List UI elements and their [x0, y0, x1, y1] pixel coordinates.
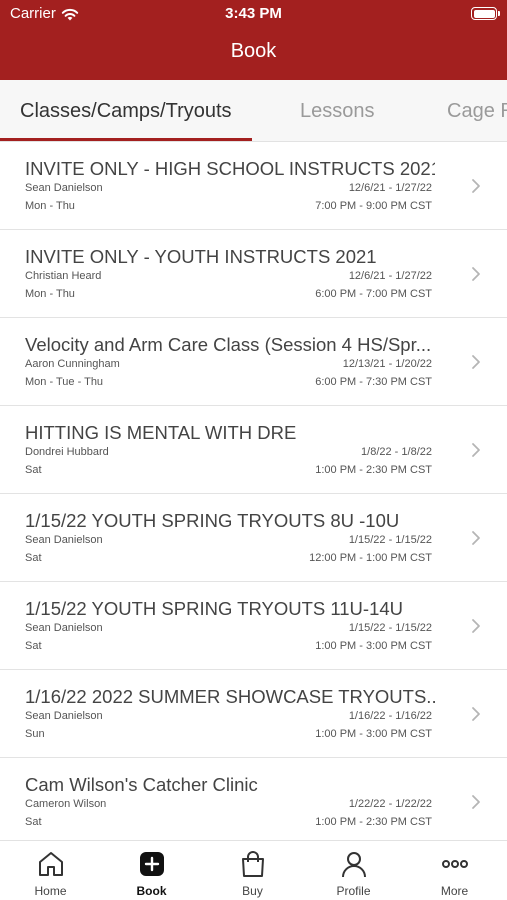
class-title: Cam Wilson's Catcher Clinic — [25, 774, 258, 795]
chevron-right-icon — [472, 531, 480, 545]
instructor-name: Sean Danielson — [25, 534, 103, 546]
tabbar-home-label: Home — [34, 884, 67, 898]
tabbar-buy[interactable]: Buy — [202, 841, 303, 900]
class-title: INVITE ONLY - YOUTH INSTRUCTS 2021 — [25, 246, 377, 267]
book-plus-icon — [140, 852, 164, 876]
date-range: 1/15/22 - 1/15/22 — [348, 622, 432, 634]
class-days: Mon - Tue - Thu — [25, 376, 104, 388]
chevron-right-icon — [472, 267, 480, 281]
tab-cage-rentals[interactable]: Cage Rentals — [447, 100, 507, 123]
class-days: Sun — [25, 728, 45, 740]
date-range: 12/6/21 - 1/27/22 — [348, 182, 432, 194]
class-title: 1/16/22 2022 SUMMER SHOWCASE TRYOUTS... — [25, 686, 435, 707]
class-time: 1:00 PM - 3:00 PM CST — [315, 640, 432, 652]
segment-tabs: Classes/Camps/Tryouts Lessons Cage Renta… — [0, 80, 507, 142]
class-title: HITTING IS MENTAL WITH DRE — [25, 422, 297, 443]
class-title: Velocity and Arm Care Class (Session 4 H… — [25, 334, 432, 355]
date-range: 1/22/22 - 1/22/22 — [348, 798, 432, 810]
tabbar-more-label: More — [440, 884, 469, 898]
tabbar-book[interactable]: Book — [101, 841, 202, 900]
date-range: 12/6/21 - 1/27/22 — [348, 270, 432, 282]
class-title: INVITE ONLY - HIGH SCHOOL INSTRUCTS 2021 — [25, 158, 435, 179]
class-days: Mon - Thu — [25, 200, 75, 212]
date-range: 12/13/21 - 1/20/22 — [342, 358, 432, 370]
instructor-name: Sean Danielson — [25, 710, 103, 722]
shopping-bag-icon — [242, 851, 264, 877]
tab-classes-camps-tryouts[interactable]: Classes/Camps/Tryouts — [20, 100, 232, 123]
instructor-name: Aaron Cunningham — [25, 358, 120, 370]
home-icon — [39, 852, 63, 876]
list-item[interactable]: 1/16/22 2022 SUMMER SHOWCASE TRYOUTS... … — [0, 670, 507, 758]
battery-icon — [471, 7, 500, 20]
tabbar-profile[interactable]: Profile — [303, 841, 404, 900]
chevron-right-icon — [472, 707, 480, 721]
instructor-name: Dondrei Hubbard — [25, 446, 109, 458]
instructor-name: Cameron Wilson — [25, 798, 107, 810]
class-time: 1:00 PM - 3:00 PM CST — [315, 728, 432, 740]
app-header: Carrier 3:43 PM Book — [0, 0, 507, 80]
instructor-name: Sean Danielson — [25, 622, 103, 634]
date-range: 1/15/22 - 1/15/22 — [348, 534, 432, 546]
chevron-right-icon — [472, 795, 480, 809]
instructor-name: Christian Heard — [25, 270, 102, 282]
list-item[interactable]: HITTING IS MENTAL WITH DRE Dondrei Hubba… — [0, 406, 507, 494]
class-days: Mon - Thu — [25, 288, 75, 300]
status-bar: Carrier 3:43 PM — [0, 0, 507, 30]
instructor-name: Sean Danielson — [25, 182, 103, 194]
class-time: 12:00 PM - 1:00 PM CST — [309, 552, 432, 564]
list-item[interactable]: Velocity and Arm Care Class (Session 4 H… — [0, 318, 507, 406]
list-item[interactable]: INVITE ONLY - HIGH SCHOOL INSTRUCTS 2021… — [0, 142, 507, 230]
more-dots-icon — [442, 860, 468, 868]
class-days: Sat — [25, 552, 42, 564]
list-item[interactable]: Cam Wilson's Catcher Clinic Cameron Wils… — [0, 758, 507, 840]
tab-lessons[interactable]: Lessons — [300, 100, 375, 123]
class-list: INVITE ONLY - HIGH SCHOOL INSTRUCTS 2021… — [0, 142, 507, 840]
date-range: 1/16/22 - 1/16/22 — [348, 710, 432, 722]
class-title: 1/15/22 YOUTH SPRING TRYOUTS 11U-14U — [25, 598, 404, 619]
profile-icon — [342, 852, 366, 878]
list-item[interactable]: 1/15/22 YOUTH SPRING TRYOUTS 8U -10U Sea… — [0, 494, 507, 582]
date-range: 1/8/22 - 1/8/22 — [361, 446, 432, 458]
tabbar-home[interactable]: Home — [0, 841, 101, 900]
list-item[interactable]: INVITE ONLY - YOUTH INSTRUCTS 2021 Chris… — [0, 230, 507, 318]
class-time: 7:00 PM - 9:00 PM CST — [315, 200, 432, 212]
class-title: 1/15/22 YOUTH SPRING TRYOUTS 8U -10U — [25, 510, 400, 531]
class-days: Sat — [25, 464, 42, 476]
class-days: Sat — [25, 640, 42, 652]
class-time: 1:00 PM - 2:30 PM CST — [315, 816, 432, 828]
class-time: 6:00 PM - 7:30 PM CST — [315, 376, 432, 388]
bottom-tab-bar: Home Book Buy Profile More — [0, 840, 507, 900]
page-title: Book — [230, 40, 277, 62]
class-days: Sat — [25, 816, 42, 828]
list-item[interactable]: 1/15/22 YOUTH SPRING TRYOUTS 11U-14U Sea… — [0, 582, 507, 670]
tabbar-more[interactable]: More — [404, 841, 505, 900]
tabbar-buy-label: Buy — [242, 884, 263, 898]
status-time: 3:43 PM — [225, 5, 282, 22]
tabbar-book-label: Book — [136, 884, 167, 898]
chevron-right-icon — [472, 355, 480, 369]
chevron-right-icon — [472, 443, 480, 457]
chevron-right-icon — [472, 619, 480, 633]
class-time: 6:00 PM - 7:00 PM CST — [315, 288, 432, 300]
tabbar-profile-label: Profile — [336, 884, 371, 898]
class-time: 1:00 PM - 2:30 PM CST — [315, 464, 432, 476]
chevron-right-icon — [472, 179, 480, 193]
